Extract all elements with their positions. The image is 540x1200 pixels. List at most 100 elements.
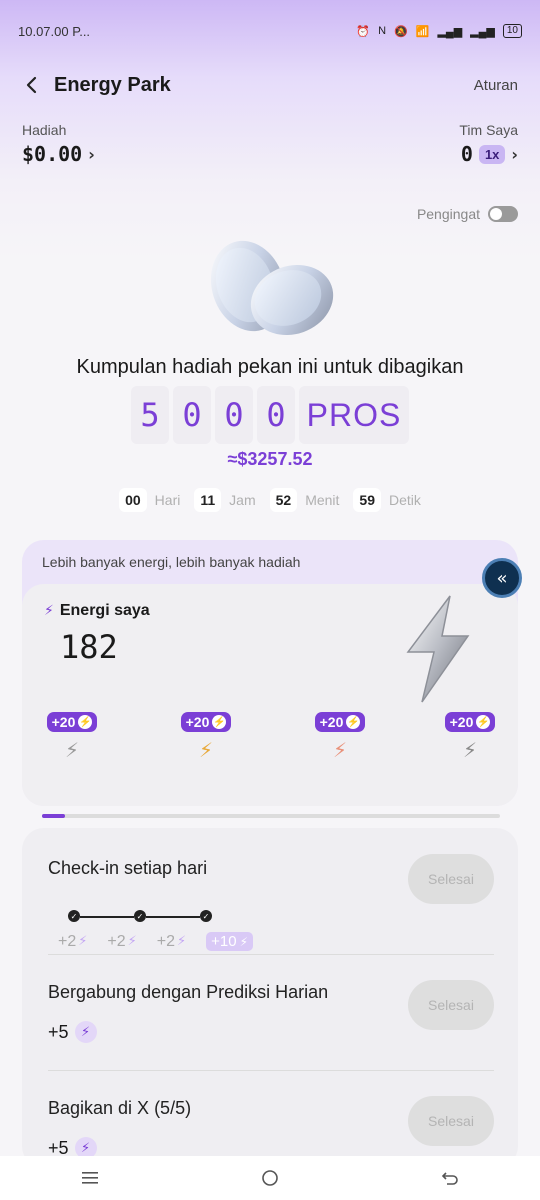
checkin-reward-value: +2 [156,932,176,950]
energy-panel: ⚡ Energi saya 182 +20 ⚡ ⚡ +20 ⚡ ⚡ +20 ⚡ … [22,584,518,842]
bolt-icon: ⚡ [239,934,249,949]
alarm-icon: ⏰ [356,25,371,38]
reward-section[interactable]: Hadiah $0.00 › [22,122,95,166]
milestone-reward-badge: +20 ⚡ [444,712,496,732]
team-label: Tim Saya [459,122,518,138]
app-header: Energy Park Aturan [0,62,540,108]
countdown-minutes: 52 Menit [269,488,340,512]
double-chevron-left-icon: « [496,567,508,589]
countdown-value: 11 [194,488,222,512]
energy-card: Lebih banyak energi, lebih banyak hadiah… [22,540,522,842]
pool-digit: 0 [173,386,211,444]
checkin-check-icon: ✓ [134,910,146,922]
milestone-item: +20 ⚡ ⚡ [440,712,500,762]
milestone-reward-badge: +20 ⚡ [314,712,366,732]
countdown-unit: Menit [305,492,340,508]
countdown-timer: 00 Hari 11 Jam 52 Menit 59 Detik [0,488,540,512]
checkin-bonus-badge: +10 ⚡ [206,932,254,951]
milestone-item: +20 ⚡ ⚡ [310,712,370,762]
energy-progress-fill [42,814,65,818]
bolt-icon: ⚡ [78,715,93,729]
milestone-reward-badge: +20 ⚡ [46,712,98,732]
reward-value: $0.00 [22,142,83,166]
bolt-icon: ⚡ [127,934,137,949]
task-checkin: Check-in setiap hari ✓ ✓ ✓ +2 ⚡ +2 ⚡ +2 ⚡ +… [48,854,494,951]
share-done-button[interactable]: Selesai [408,1096,494,1146]
checkin-reward: +2 ⚡ [157,933,186,951]
pool-digit: 5 [131,386,169,444]
team-section[interactable]: Tim Saya 0 1x › [459,122,518,166]
tasks-card: Check-in setiap hari ✓ ✓ ✓ +2 ⚡ +2 ⚡ +2 ⚡ +… [22,828,518,1168]
milestone-bolt-icon: ⚡ [198,738,214,762]
reminder-label: Pengingat [416,206,480,222]
energy-label-row: ⚡ Energi saya [44,602,150,620]
checkin-reward: +2 ⚡ [107,933,136,951]
milestone-reward: +20 [185,714,210,730]
team-value-row: 0 1x › [459,142,518,166]
bolt-icon: ⚡ [78,934,88,949]
checkin-done-button[interactable]: Selesai [408,854,494,904]
signal-icon: ▂▄▆ [437,25,463,38]
nfc-icon: N [378,25,387,37]
pool-digit: 0 [257,386,295,444]
milestone-bolt-icon: ⚡ [332,738,348,762]
checkin-reward-value: +2 [107,932,126,950]
bolt-icon: ⚡ [476,715,491,729]
checkin-progress: ✓ ✓ ✓ [68,910,212,924]
mute-icon: 🔕 [394,25,408,38]
team-value: 0 [460,142,473,166]
system-nav-bar [0,1156,540,1200]
energy-milestones: +20⚡ ⚡ +20⚡ ⚡ +20⚡ ⚡ +20⚡ ⚡ 300 400 500 … [42,712,500,842]
status-time: 10.07.00 P... [18,23,91,39]
prize-pool-usd: ≈$3257.52 [227,449,313,469]
status-bar: 10.07.00 P... ⏰ N 🔕 📶 ▂▄▆ ▂▄▆ 10 [0,0,540,62]
prize-pool-amount: 5 0 0 0 PROS [0,386,540,444]
reward-value-row: $0.00 › [22,142,95,166]
checkin-line [146,916,200,918]
checkin-reward: +2 ⚡ [58,933,87,951]
countdown-seconds: 59 Detik [353,488,421,512]
countdown-days: 00 Hari [119,488,180,512]
back-icon [441,1172,458,1185]
reminder-row: Pengingat [417,206,518,222]
milestone-reward: +20 [51,714,76,730]
energy-label: Energi saya [59,602,150,619]
countdown-hours: 11 Jam [194,488,256,512]
countdown-unit: Hari [154,492,181,508]
prediction-done-button[interactable]: Selesai [408,980,494,1030]
menu-icon [82,1172,98,1184]
countdown-value: 52 [269,488,298,512]
bolt-icon: ⚡ [44,603,54,619]
home-circle-icon [262,1170,278,1186]
reward-label: Hadiah [22,122,67,138]
energy-tagline: Lebih banyak energi, lebih banyak hadiah [42,554,301,570]
milestone-bolt-icon: ⚡ [462,738,478,762]
checkin-bonus-value: +10 [211,933,237,950]
bolt-icon: ⚡ [212,715,227,729]
chevron-right-icon: › [88,144,95,164]
pool-unit: PROS [299,386,409,444]
back-arrow-icon[interactable] [22,75,42,95]
task-share: Bagikan di X (5/5) +5 ⚡ Selesai [48,1096,494,1159]
recent-apps-button[interactable] [70,1163,110,1193]
prize-pool-title: Kumpulan hadiah pekan ini untuk dibagika… [76,356,464,378]
reward-summary: Hadiah $0.00 › Tim Saya 0 1x › [22,122,518,166]
collapse-button[interactable]: « [482,558,522,598]
milestone-item: +20 ⚡ ⚡ [176,712,236,762]
back-button[interactable] [430,1163,470,1193]
countdown-value: 00 [119,488,147,512]
home-button[interactable] [250,1163,290,1193]
milestone-bolt-icon: ⚡ [64,738,80,762]
task-reward-value: +5 [48,1021,69,1042]
rules-link[interactable]: Aturan [474,77,518,94]
energy-value: 182 [60,628,118,666]
milestone-item: +20 ⚡ ⚡ [42,712,102,762]
milestone-reward: +20 [319,714,344,730]
milestone-reward-badge: +20 ⚡ [180,712,232,732]
divider [48,1070,494,1071]
countdown-unit: Jam [229,492,256,508]
reminder-toggle[interactable] [488,206,518,222]
signal-icon-2: ▂▄▆ [470,25,495,38]
wifi-icon: 📶 [415,25,430,38]
divider [48,954,494,955]
